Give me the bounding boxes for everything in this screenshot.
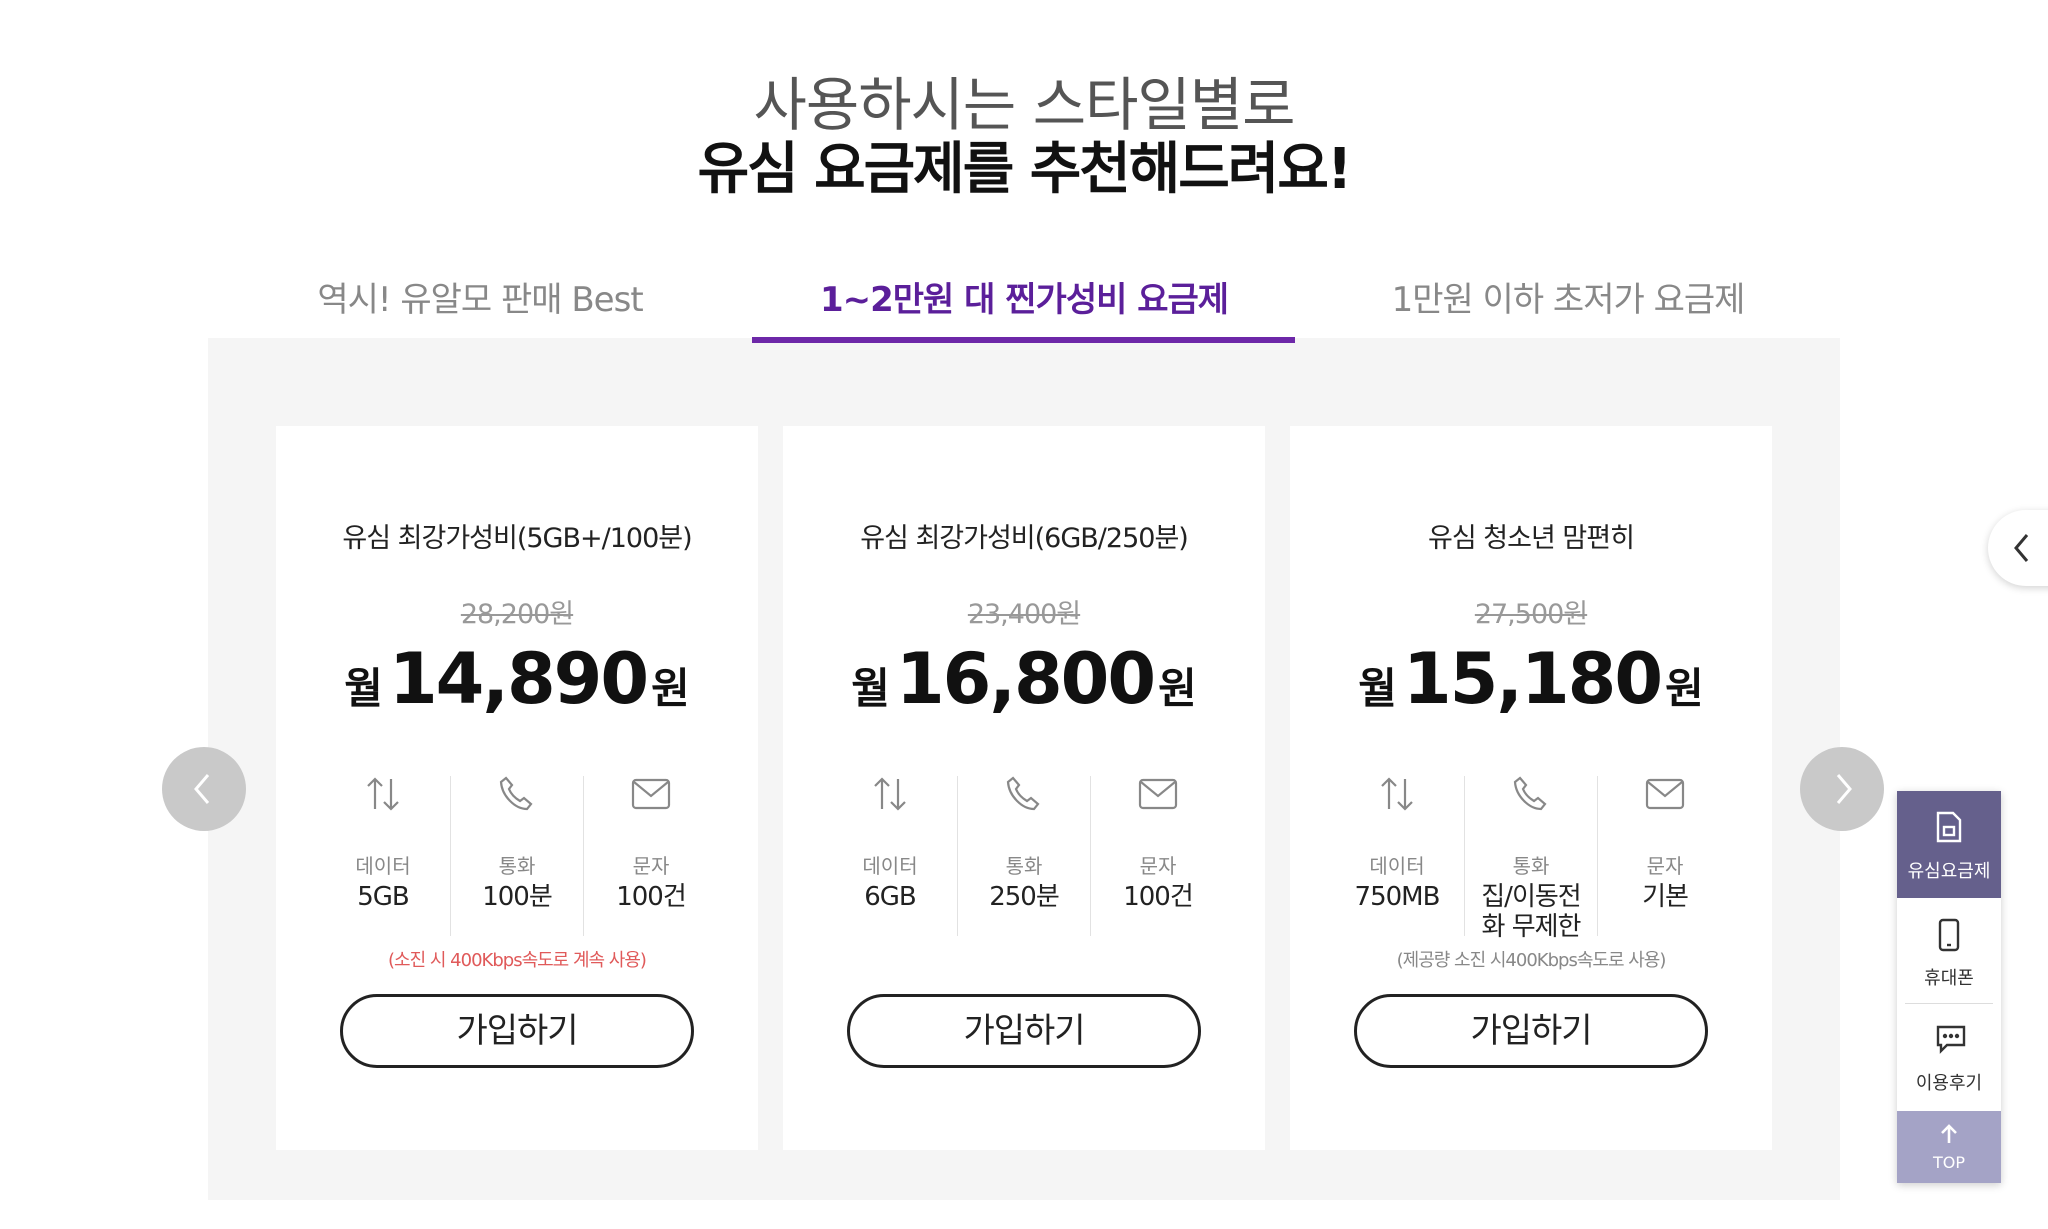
plan-card: 유심 최강가성비(6GB/250분) 23,400원 월16,800원 데이터 …: [783, 426, 1265, 1150]
stat-label: 통화: [1005, 854, 1043, 878]
price-currency: 원: [651, 664, 690, 713]
envelope-icon: [1138, 774, 1178, 814]
quick-usim-plans[interactable]: 유심요금제: [1897, 791, 2001, 898]
headline-title: 유심 요금제를 추천해드려요!: [697, 137, 1353, 202]
carousel-next-button[interactable]: [1800, 747, 1884, 831]
plan-stats: 데이터 6GB 통화 250분 문자 100건: [823, 766, 1225, 936]
stat-label: 문자: [1646, 854, 1684, 878]
quick-menu-label: 휴대폰: [1924, 968, 1974, 989]
stat-value: 750MB: [1354, 882, 1441, 912]
price-prefix: 월: [1358, 664, 1397, 713]
stat-value: 100건: [1123, 882, 1194, 912]
plan-card: 유심 청소년 맘편히 27,500원 월15,180원 데이터 750MB 통화…: [1290, 426, 1772, 1150]
arrow-up-icon: [1939, 1123, 1959, 1149]
smartphone-icon: [1935, 918, 1963, 957]
carousel-prev-button[interactable]: [162, 747, 246, 831]
quick-phone[interactable]: 휴대폰: [1897, 898, 2001, 996]
quick-menu: 유심요금제 휴대폰 이용후기 TOP: [1897, 791, 2001, 1183]
quick-menu-label: 이용후기: [1915, 1073, 1983, 1094]
tab-value-plans[interactable]: 1~2만원 대 찐가성비 요금제: [752, 272, 1296, 344]
stat-value: 100분: [482, 882, 553, 912]
stat-label: 통화: [498, 854, 536, 878]
sim-card-icon: [1935, 811, 1963, 848]
stat-call: 통화 100분: [450, 766, 584, 936]
quick-menu-label: TOP: [1932, 1153, 1965, 1172]
envelope-icon: [631, 774, 671, 814]
stat-call: 통화 집/이동전화 무제한: [1464, 766, 1598, 942]
stat-label: 데이터: [1369, 854, 1425, 878]
stat-value: 집/이동전화 무제한: [1481, 882, 1581, 942]
price-prefix: 월: [344, 664, 383, 713]
stat-sms: 문자 100건: [584, 766, 718, 934]
plan-name: 유심 최강가성비(6GB/250분): [860, 523, 1189, 554]
stat-data: 데이터 6GB: [823, 766, 957, 934]
plan-price: 월16,800원: [783, 638, 1265, 720]
price-amount: 16,800: [895, 638, 1156, 720]
quick-menu-label: 유심요금제: [1907, 861, 1991, 882]
stat-value: 6GB: [864, 882, 917, 912]
stat-label: 데이터: [355, 854, 411, 878]
stat-label: 데이터: [862, 854, 918, 878]
plan-note: (제공량 소진 시400Kbps속도로 사용): [1396, 950, 1667, 971]
stat-data: 데이터 750MB: [1330, 766, 1464, 934]
stat-data: 데이터 5GB: [316, 766, 450, 934]
original-price: 28,200원: [460, 599, 574, 630]
stat-call: 통화 250분: [957, 766, 1091, 936]
plan-name: 유심 청소년 맘편히: [1428, 523, 1635, 554]
plan-price: 월14,890원: [276, 638, 758, 720]
join-button[interactable]: 가입하기: [1354, 994, 1708, 1068]
tab-best[interactable]: 역시! 유알모 판매 Best: [208, 272, 752, 344]
stat-value: 100건: [616, 882, 687, 912]
original-price: 27,500원: [1474, 599, 1588, 630]
stat-sms: 문자 기본: [1598, 766, 1732, 934]
price-currency: 원: [1158, 664, 1197, 713]
stat-value: 5GB: [357, 882, 410, 912]
phone-icon: [497, 774, 537, 814]
tab-budget-plans[interactable]: 1만원 이하 초저가 요금제: [1296, 272, 1840, 344]
side-panel-toggle[interactable]: [1988, 510, 2048, 586]
quick-review[interactable]: 이용후기: [1897, 1003, 2001, 1103]
stat-label: 통화: [1512, 854, 1550, 878]
active-tab-indicator: [752, 337, 1295, 343]
join-button[interactable]: 가입하기: [847, 994, 1201, 1068]
stat-value: 250분: [989, 882, 1060, 912]
envelope-icon: [1645, 774, 1685, 814]
arrows-up-down-icon: [870, 774, 910, 814]
scroll-top-button[interactable]: TOP: [1897, 1111, 2001, 1183]
arrows-up-down-icon: [363, 774, 403, 814]
stat-sms: 문자 100건: [1091, 766, 1225, 934]
arrows-up-down-icon: [1377, 774, 1417, 814]
stat-value: 기본: [1642, 882, 1689, 912]
price-amount: 14,890: [388, 638, 649, 720]
price-prefix: 월: [851, 664, 890, 713]
stat-label: 문자: [632, 854, 670, 878]
stat-label: 문자: [1139, 854, 1177, 878]
original-price: 23,400원: [967, 599, 1081, 630]
price-currency: 원: [1665, 664, 1704, 713]
plan-price: 월15,180원: [1290, 638, 1772, 720]
chat-bubble-icon: [1935, 1023, 1967, 1060]
plan-note: (소진 시 400Kbps속도로 계속 사용): [388, 950, 647, 971]
join-button[interactable]: 가입하기: [340, 994, 694, 1068]
price-amount: 15,180: [1402, 638, 1663, 720]
plan-stats: 데이터 750MB 통화 집/이동전화 무제한 문자 기본: [1330, 766, 1732, 942]
plan-name: 유심 최강가성비(5GB+/100분): [342, 523, 692, 554]
plan-tabs: 역시! 유알모 판매 Best 1~2만원 대 찐가성비 요금제 1만원 이하 …: [208, 272, 1840, 344]
plan-stats: 데이터 5GB 통화 100분 문자 100건: [316, 766, 718, 936]
plan-card: 유심 최강가성비(5GB+/100분) 28,200원 월14,890원 데이터…: [276, 426, 758, 1150]
phone-icon: [1004, 774, 1044, 814]
phone-icon: [1511, 774, 1551, 814]
